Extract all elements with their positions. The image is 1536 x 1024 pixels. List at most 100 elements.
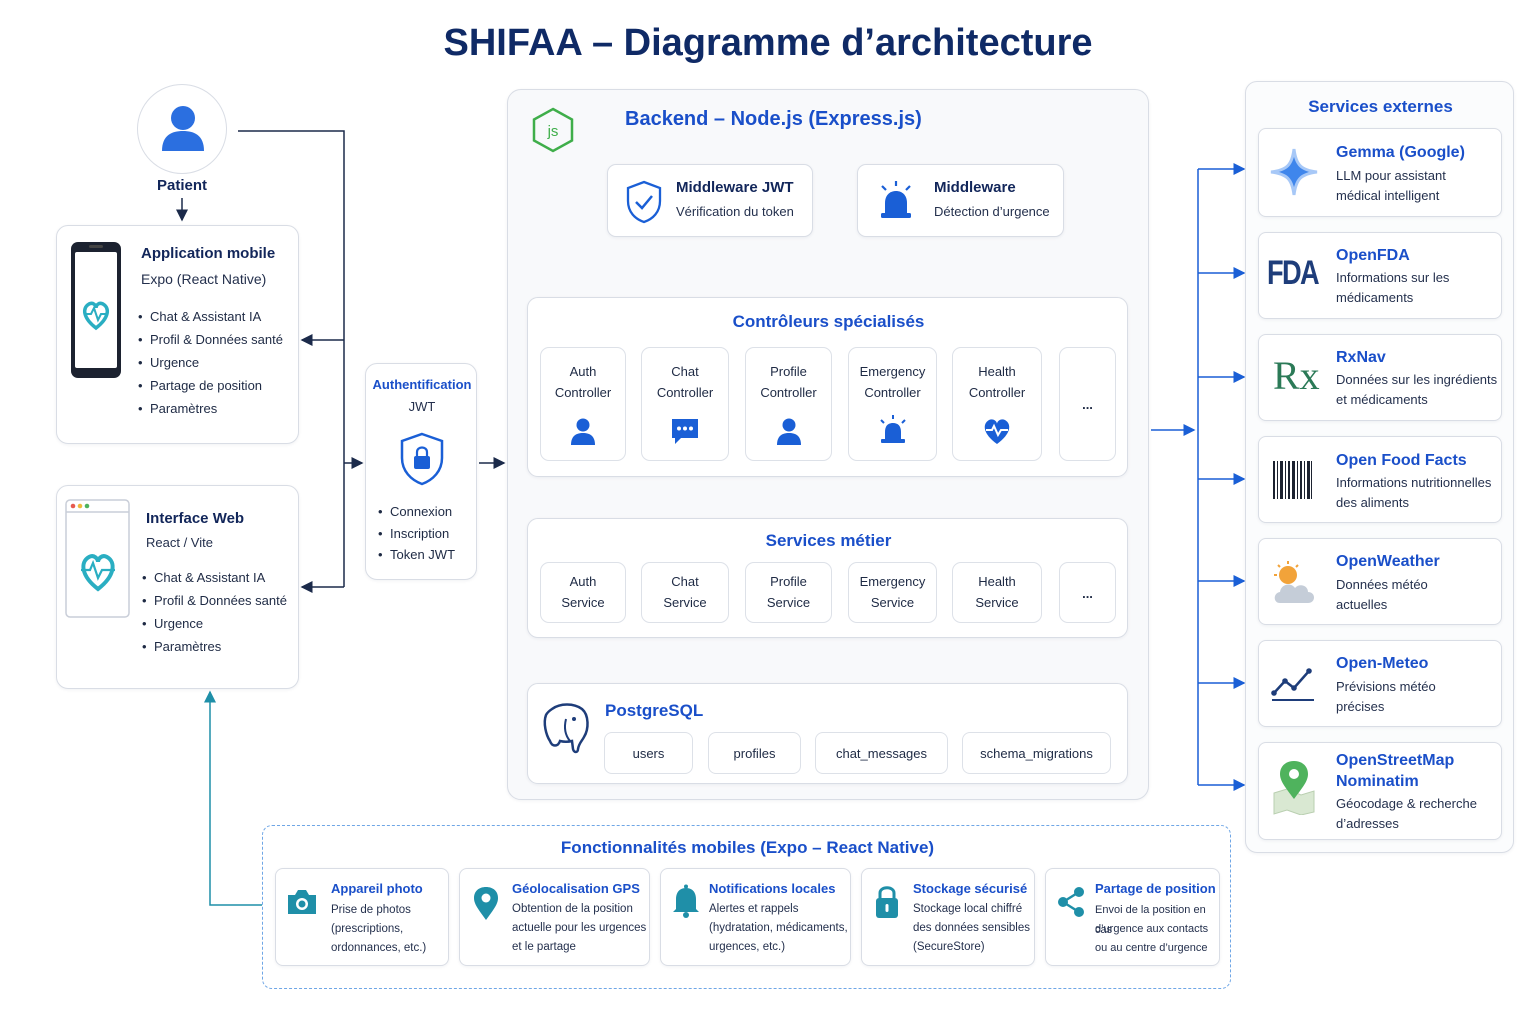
health-controller-label-2: Controller bbox=[968, 385, 1026, 400]
browser-heart-icon bbox=[65, 499, 130, 618]
map-pin-icon bbox=[1273, 761, 1315, 815]
middleware-jwt-card: Middleware JWT Vérification du token bbox=[607, 164, 813, 237]
feature-camera-desc-2: (prescriptions, bbox=[331, 923, 404, 935]
openstreetmap-name-2: Nominatim bbox=[1336, 773, 1419, 790]
feature-gps-title: Géolocalisation GPS bbox=[512, 881, 640, 896]
gemma-name: Gemma (Google) bbox=[1336, 144, 1465, 161]
feature-camera-desc-3: ordonnances, etc.) bbox=[331, 942, 427, 954]
feature-notifications-desc-1: Alertes et rappels bbox=[709, 903, 799, 915]
table-users: users bbox=[604, 732, 693, 774]
heart-pulse-icon bbox=[984, 419, 1010, 444]
emergency-controller-label-1: Emergency bbox=[859, 364, 926, 379]
middleware-urgence-card: Middleware Détection d’urgence bbox=[857, 164, 1064, 237]
backend-title: Backend – Node.js (Express.js) bbox=[625, 108, 922, 130]
list-item: Inscription bbox=[378, 523, 455, 545]
chat-service-label-1: Chat bbox=[671, 574, 699, 589]
health-controller-label-1: Health bbox=[978, 364, 1016, 379]
camera-icon bbox=[288, 890, 316, 914]
rxnav-name: RxNav bbox=[1336, 349, 1386, 366]
auth-title: Authentification bbox=[372, 377, 472, 392]
share-icon bbox=[1058, 887, 1084, 917]
feature-location-share-desc-2: d’urgence aux contacts bbox=[1095, 923, 1209, 935]
emergency-service-label-1: Emergency bbox=[859, 574, 926, 589]
shield-lock-icon bbox=[400, 432, 444, 486]
mobile-app-features: Chat & Assistant IA Profil & Données san… bbox=[138, 305, 283, 420]
openfoodfacts-desc-1: Informations nutritionnelles bbox=[1336, 475, 1492, 490]
profile-controller-label-1: Profile bbox=[770, 364, 807, 379]
health-service-label-1: Health bbox=[978, 574, 1016, 589]
openstreetmap-name: OpenStreetMap bbox=[1336, 752, 1455, 769]
barcode-icon bbox=[1273, 461, 1312, 499]
feature-camera-title: Appareil photo bbox=[331, 881, 423, 896]
openfda-name: OpenFDA bbox=[1336, 247, 1410, 264]
web-app-subtitle: React / Vite bbox=[146, 535, 213, 550]
feature-gps-desc-3: et le partage bbox=[512, 941, 576, 953]
feature-camera-desc-1: Prise de photos bbox=[331, 904, 411, 916]
sun-cloud-icon bbox=[1274, 561, 1314, 603]
emergency-service: Emergency Service bbox=[848, 562, 937, 623]
feature-notifications-desc-2: (hydratation, médicaments, bbox=[709, 922, 848, 934]
list-item: Partage de position bbox=[138, 374, 283, 397]
mobile-features-title: Fonctionnalités mobiles (Expo – React Na… bbox=[560, 838, 935, 857]
rx-icon: Rx bbox=[1273, 353, 1320, 398]
user-icon bbox=[571, 418, 595, 445]
auth-service-label-1: Auth bbox=[569, 574, 597, 589]
user-icon bbox=[776, 418, 801, 445]
list-item: Profil & Données santé bbox=[142, 589, 287, 612]
bell-icon bbox=[673, 884, 699, 918]
chat-controller-label-1: Chat bbox=[671, 364, 699, 379]
smartphone-heart-icon bbox=[71, 242, 121, 378]
profile-service-label-2: Service bbox=[766, 595, 811, 610]
feature-notifications-desc-3: urgences, etc.) bbox=[709, 941, 786, 953]
middleware-jwt-title: Middleware JWT bbox=[676, 179, 794, 196]
openmeteo-name: Open-Meteo bbox=[1336, 655, 1429, 672]
gemma-star-icon bbox=[1270, 148, 1318, 196]
mobile-app-subtitle: Expo (React Native) bbox=[141, 271, 267, 287]
external-rxnav: Rx RxNav Données sur les ingrédients et … bbox=[1258, 334, 1502, 421]
chat-service-label-2: Service bbox=[663, 595, 707, 610]
health-service-label-2: Service bbox=[975, 595, 1019, 610]
trend-chart-icon bbox=[1271, 668, 1314, 701]
openmeteo-desc-2: précises bbox=[1336, 699, 1385, 714]
shield-check-icon bbox=[626, 180, 662, 224]
health-controller: Health Controller bbox=[952, 347, 1042, 461]
profile-service-label-1: Profile bbox=[770, 574, 807, 589]
list-item: Paramètres bbox=[138, 397, 283, 420]
feature-gps-desc-2: actuelle pour les urgences bbox=[512, 922, 647, 934]
feature-notifications-title: Notifications locales bbox=[709, 881, 836, 896]
controllers-more: ... bbox=[1059, 347, 1116, 461]
openweather-desc-1: Données météo bbox=[1336, 577, 1428, 592]
list-item: Urgence bbox=[138, 351, 283, 374]
external-openweather: OpenWeather Données météo actuelles bbox=[1258, 538, 1502, 625]
controllers-title: Contrôleurs spécialisés bbox=[732, 312, 925, 331]
chat-controller-label-2: Controller bbox=[656, 385, 714, 400]
health-service: Health Service bbox=[952, 562, 1042, 623]
list-item: Urgence bbox=[142, 612, 287, 635]
list-item: Connexion bbox=[378, 501, 455, 523]
auth-service-label-2: Service bbox=[561, 595, 605, 610]
emergency-service-label-2: Service bbox=[870, 595, 915, 610]
mobile-app-title: Application mobile bbox=[141, 245, 276, 262]
openmeteo-desc-1: Prévisions météo bbox=[1336, 679, 1436, 694]
mobile-app-card: Application mobile Expo (React Native) C… bbox=[56, 225, 299, 444]
emergency-controller: Emergency Controller bbox=[848, 347, 937, 461]
web-app-title: Interface Web bbox=[146, 510, 245, 527]
lock-icon bbox=[876, 886, 898, 918]
database-title: PostgreSQL bbox=[605, 701, 704, 720]
feature-secure-storage-title: Stockage sécurisé bbox=[913, 881, 1028, 896]
middleware-urgence-title: Middleware bbox=[934, 179, 1016, 196]
middleware-urgence-desc: Détection d’urgence bbox=[934, 204, 1050, 219]
chat-service: Chat Service bbox=[641, 562, 729, 623]
external-openfda: FDA OpenFDA Informations sur les médicam… bbox=[1258, 232, 1502, 319]
openweather-name: OpenWeather bbox=[1336, 553, 1440, 570]
auth-controller-label-1: Auth bbox=[569, 364, 597, 379]
rxnav-desc-1: Données sur les ingrédients bbox=[1336, 372, 1498, 387]
gemma-desc-2: médical intelligent bbox=[1336, 188, 1440, 203]
arrow-features-web bbox=[204, 690, 262, 906]
auth-features: Connexion Inscription Token JWT bbox=[378, 501, 455, 566]
openfda-desc-1: Informations sur les bbox=[1336, 270, 1450, 285]
profile-controller-label-2: Controller bbox=[760, 385, 817, 400]
alarm-icon bbox=[881, 181, 911, 218]
external-openmeteo: Open-Meteo Prévisions météo précises bbox=[1258, 640, 1502, 727]
feature-location-share: Partage de position Envoi de la position… bbox=[1045, 868, 1220, 966]
